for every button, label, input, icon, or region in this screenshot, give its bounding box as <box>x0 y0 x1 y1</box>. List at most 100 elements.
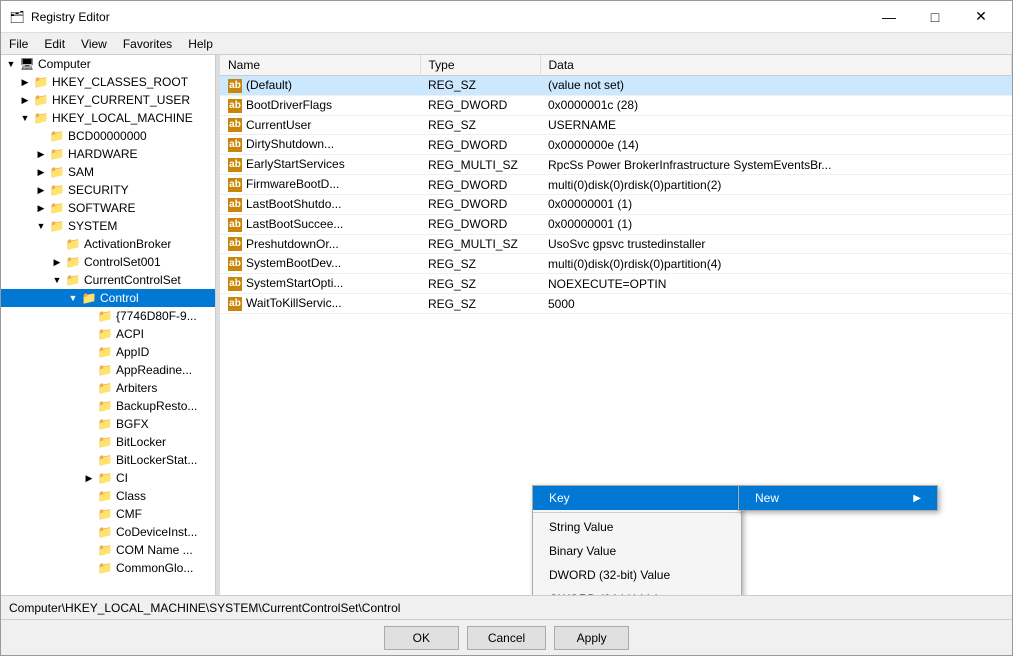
reg-data-cell: USERNAME <box>540 115 1012 135</box>
table-row[interactable]: abCurrentUserREG_SZUSERNAME <box>220 115 1012 135</box>
tree-item-classes-root[interactable]: ▶ 📁 HKEY_CLASSES_ROOT <box>1 73 215 91</box>
expand-icon <box>81 380 97 396</box>
expand-icon <box>81 398 97 414</box>
expand-icon: ▶ <box>33 200 49 216</box>
tree-label: ControlSet001 <box>84 255 161 269</box>
menu-favorites[interactable]: Favorites <box>115 35 180 53</box>
tree-item-comname[interactable]: 📁 COM Name ... <box>1 541 215 559</box>
folder-icon: 📁 <box>97 524 113 540</box>
tree-item-sam[interactable]: ▶ 📁 SAM <box>1 163 215 181</box>
maximize-button[interactable]: □ <box>912 1 958 33</box>
close-button[interactable]: ✕ <box>958 1 1004 33</box>
table-row[interactable]: abLastBootShutdo...REG_DWORD0x00000001 (… <box>220 194 1012 214</box>
tree-item-bitlocker[interactable]: 📁 BitLocker <box>1 433 215 451</box>
reg-name-cell: abSystemStartOpti... <box>220 274 420 294</box>
tree-item-appid[interactable]: 📁 AppID <box>1 343 215 361</box>
reg-name-cell: abBootDriverFlags <box>220 95 420 115</box>
reg-type-icon: ab <box>228 277 242 291</box>
reg-name-cell: ab(Default) <box>220 76 420 96</box>
tree-item-class[interactable]: 📁 Class <box>1 487 215 505</box>
minimize-button[interactable]: — <box>866 1 912 33</box>
context-menu-string-value[interactable]: String Value <box>533 515 741 539</box>
reg-type-cell: REG_DWORD <box>420 175 540 195</box>
reg-data-cell: 0x00000001 (1) <box>540 194 1012 214</box>
menu-file[interactable]: File <box>1 35 36 53</box>
table-row[interactable]: abPreshutdownOr...REG_MULTI_SZUsoSvc gps… <box>220 234 1012 254</box>
tree-label: HKEY_CLASSES_ROOT <box>52 75 188 89</box>
tree-item-codeviceinstaller[interactable]: 📁 CoDeviceInst... <box>1 523 215 541</box>
tree-item-system[interactable]: ▼ 📁 SYSTEM <box>1 217 215 235</box>
folder-icon: 📁 <box>97 488 113 504</box>
tree-item-arbiters[interactable]: 📁 Arbiters <box>1 379 215 397</box>
table-row[interactable]: abEarlyStartServicesREG_MULTI_SZRpcSs Po… <box>220 155 1012 175</box>
reg-type-icon: ab <box>228 198 242 212</box>
registry-table: Name Type Data ab(Default)REG_SZ(value n… <box>220 55 1012 314</box>
expand-icon <box>81 362 97 378</box>
expand-icon <box>49 236 65 252</box>
expand-icon: ▼ <box>33 218 49 234</box>
folder-icon: 📁 <box>49 182 65 198</box>
reg-data-cell: multi(0)disk(0)rdisk(0)partition(4) <box>540 254 1012 274</box>
expand-icon: ▶ <box>17 92 33 108</box>
folder-icon: 📁 <box>33 74 49 90</box>
table-row[interactable]: abWaitToKillServic...REG_SZ5000 <box>220 294 1012 314</box>
tree-item-backuprestore[interactable]: 📁 BackupResto... <box>1 397 215 415</box>
table-row[interactable]: ab(Default)REG_SZ(value not set) <box>220 76 1012 96</box>
tree-item-current-user[interactable]: ▶ 📁 HKEY_CURRENT_USER <box>1 91 215 109</box>
col-name: Name <box>220 55 420 76</box>
tree-item-ci[interactable]: ▶ 📁 CI <box>1 469 215 487</box>
reg-type-cell: REG_DWORD <box>420 135 540 155</box>
tree-item-commonglobalsettings[interactable]: 📁 CommonGlo... <box>1 559 215 577</box>
new-header[interactable]: New ▶ <box>739 486 937 510</box>
new-label: New <box>755 491 779 505</box>
expand-icon <box>81 560 97 576</box>
tree-item-security[interactable]: ▶ 📁 SECURITY <box>1 181 215 199</box>
reg-data-cell: multi(0)disk(0)rdisk(0)partition(2) <box>540 175 1012 195</box>
table-row[interactable]: abSystemBootDev...REG_SZmulti(0)disk(0)r… <box>220 254 1012 274</box>
tree-item-local-machine[interactable]: ▼ 📁 HKEY_LOCAL_MACHINE <box>1 109 215 127</box>
context-menu-dword-value[interactable]: DWORD (32-bit) Value <box>533 563 741 587</box>
tree-item-7746[interactable]: 📁 {7746D80F-9... <box>1 307 215 325</box>
tree-item-control[interactable]: ▼ 📁 Control <box>1 289 215 307</box>
tree-item-cmf[interactable]: 📁 CMF <box>1 505 215 523</box>
tree-root-computer[interactable]: ▼ 🖥 Computer <box>1 55 215 73</box>
tree-item-bcd[interactable]: 📁 BCD00000000 <box>1 127 215 145</box>
reg-name-cell: abEarlyStartServices <box>220 155 420 175</box>
tree-item-acpi[interactable]: 📁 ACPI <box>1 325 215 343</box>
context-menu-key[interactable]: Key <box>533 486 741 510</box>
tree-item-currentcontrolset[interactable]: ▼ 📁 CurrentControlSet <box>1 271 215 289</box>
folder-icon: 📁 <box>49 128 65 144</box>
tree-item-activationbroker[interactable]: 📁 ActivationBroker <box>1 235 215 253</box>
reg-name-cell: abSystemBootDev... <box>220 254 420 274</box>
apply-button[interactable]: Apply <box>554 626 629 650</box>
folder-icon: 📁 <box>97 470 113 486</box>
reg-name-cell: abPreshutdownOr... <box>220 234 420 254</box>
expand-icon <box>81 344 97 360</box>
status-path: Computer\HKEY_LOCAL_MACHINE\SYSTEM\Curre… <box>9 601 400 615</box>
menu-view[interactable]: View <box>73 35 115 53</box>
table-row[interactable]: abBootDriverFlagsREG_DWORD0x0000001c (28… <box>220 95 1012 115</box>
tree-item-software[interactable]: ▶ 📁 SOFTWARE <box>1 199 215 217</box>
table-row[interactable]: abLastBootSuccee...REG_DWORD0x00000001 (… <box>220 214 1012 234</box>
context-menu-binary-value[interactable]: Binary Value <box>533 539 741 563</box>
ok-button[interactable]: OK <box>384 626 459 650</box>
menu-help[interactable]: Help <box>180 35 221 53</box>
tree-pane[interactable]: ▼ 🖥 Computer ▶ 📁 HKEY_CLASSES_ROOT ▶ 📁 H… <box>1 55 216 595</box>
expand-icon: ▼ <box>49 272 65 288</box>
reg-type-icon: ab <box>228 178 242 192</box>
expand-icon: ▶ <box>33 164 49 180</box>
menu-edit[interactable]: Edit <box>36 35 73 53</box>
tree-item-appreadiness[interactable]: 📁 AppReadine... <box>1 361 215 379</box>
table-row[interactable]: abFirmwareBootD...REG_DWORDmulti(0)disk(… <box>220 175 1012 195</box>
reg-name-cell: abLastBootShutdo... <box>220 194 420 214</box>
table-row[interactable]: abDirtyShutdown...REG_DWORD0x0000000e (1… <box>220 135 1012 155</box>
tree-item-bitlockerstatus[interactable]: 📁 BitLockerStat... <box>1 451 215 469</box>
tree-item-controlset001[interactable]: ▶ 📁 ControlSet001 <box>1 253 215 271</box>
cancel-button[interactable]: Cancel <box>467 626 546 650</box>
tree-item-hardware[interactable]: ▶ 📁 HARDWARE <box>1 145 215 163</box>
context-menu-qword-value[interactable]: QWORD (64-bit) Value <box>533 587 741 595</box>
folder-icon: 📁 <box>49 200 65 216</box>
expand-icon <box>33 128 49 144</box>
table-row[interactable]: abSystemStartOpti...REG_SZNOEXECUTE=OPTI… <box>220 274 1012 294</box>
tree-item-bgfx[interactable]: 📁 BGFX <box>1 415 215 433</box>
